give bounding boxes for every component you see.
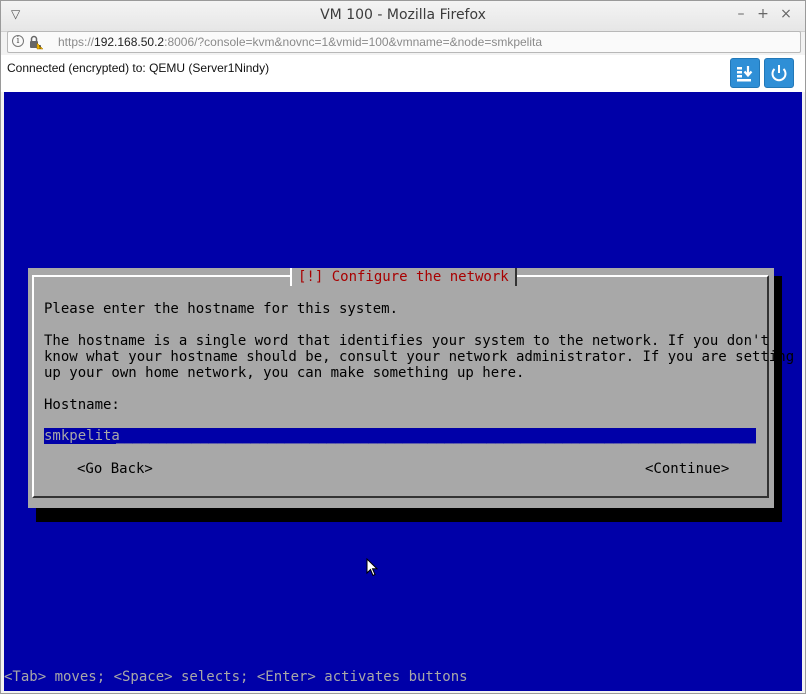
- window-title: VM 100 - Mozilla Firefox: [320, 7, 486, 23]
- send-keys-button[interactable]: [730, 58, 760, 88]
- description-line-2: know what your hostname should be, consu…: [44, 349, 795, 365]
- connection-status: Connected (encrypted) to: QEMU (Server1N…: [7, 61, 270, 75]
- url-text[interactable]: https://192.168.50.2:8006/?console=kvm&n…: [58, 35, 542, 49]
- insecure-lock-icon[interactable]: [28, 34, 44, 50]
- browser-window: ▽ VM 100 - Mozilla Firefox – + × i https…: [0, 0, 806, 694]
- hostname-field-underline: ________________________________________…: [116, 428, 756, 444]
- close-button[interactable]: ×: [778, 6, 794, 22]
- description-line-1: The hostname is a single word that ident…: [44, 333, 769, 349]
- minimize-button[interactable]: –: [733, 6, 749, 22]
- url-path: :8006/?console=kvm&novnc=1&vmid=100&vmna…: [164, 35, 543, 49]
- description-line-3: up your own home network, you can make s…: [44, 365, 525, 381]
- title-bar[interactable]: ▽ VM 100 - Mozilla Firefox – + ×: [1, 1, 805, 32]
- url-bar[interactable]: i https://192.168.50.2:8006/?console=kvm…: [7, 31, 801, 53]
- vm-console[interactable]: [!] Configure the network Please enter t…: [4, 92, 802, 691]
- hostname-prompt: Please enter the hostname for this syste…: [44, 301, 399, 317]
- keyboard-arrows-icon: [737, 66, 753, 82]
- hostname-value: smkpelita: [44, 428, 120, 444]
- maximize-button[interactable]: +: [755, 6, 771, 22]
- hostname-label: Hostname:: [44, 397, 120, 413]
- url-scheme: https://: [58, 35, 95, 49]
- hostname-input[interactable]: smkpelita ______________________________…: [44, 428, 756, 444]
- go-back-button[interactable]: <Go Back>: [77, 461, 153, 477]
- continue-button[interactable]: <Continue>: [645, 461, 729, 477]
- mouse-pointer-icon: [366, 557, 379, 581]
- novnc-status-bar: Connected (encrypted) to: QEMU (Server1N…: [1, 55, 805, 92]
- dialog-title: [!] Configure the network: [290, 268, 517, 286]
- site-info-icon[interactable]: i: [12, 35, 24, 47]
- url-host: 192.168.50.2: [94, 35, 165, 49]
- help-line: <Tab> moves; <Space> selects; <Enter> ac…: [4, 669, 468, 685]
- power-button[interactable]: [764, 58, 794, 88]
- power-icon: [771, 65, 787, 82]
